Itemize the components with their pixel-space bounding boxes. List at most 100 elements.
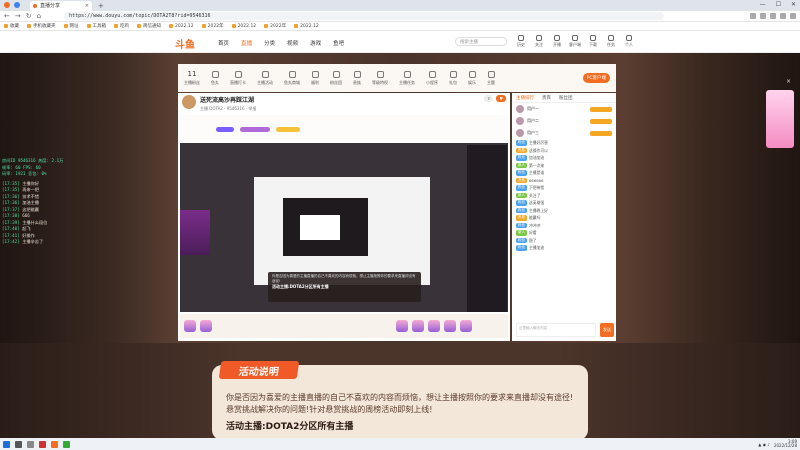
room-tool-item[interactable]: 福利 [311,70,319,86]
rank-row[interactable]: 用户二 [512,115,616,127]
address-bar[interactable]: https://www.douyu.com/topic/DOTA2T8?rid=… [64,12,665,20]
back-icon[interactable]: ← [4,12,10,20]
site-logo[interactable]: 斗鱼 [175,36,195,51]
bookmark-item[interactable]: 2022.12 [294,24,319,29]
gift-item[interactable] [412,320,424,332]
nav-item[interactable]: 首页 [218,39,229,47]
close-window-button[interactable]: ✕ [791,1,796,8]
taskview-icon[interactable] [27,440,34,448]
gift-item[interactable] [396,320,408,332]
room-subtitle: 主播 DOTA2 · 9546316 · 举报 [200,106,257,111]
promo-banner[interactable] [766,90,794,148]
stats-chat-text: 666 [22,213,30,218]
extension-icon[interactable] [770,13,776,19]
gift-item[interactable] [428,320,440,332]
tab-close-icon[interactable]: × [85,3,89,9]
room-tool-item[interactable]: 主播任务 [399,70,415,86]
new-tab-button[interactable]: + [98,2,104,10]
streamer-avatar[interactable] [182,95,196,109]
header-icon-item[interactable]: 下载 [587,35,599,48]
room-tool-item[interactable]: 贵族 [353,70,361,86]
app-icon[interactable] [4,2,10,8]
user-badge: 粉丝 [516,222,527,228]
start-icon[interactable] [3,440,10,448]
rank-row[interactable]: 用户三 [512,127,616,139]
profile-icon[interactable] [14,2,20,8]
header-glyph-icon [626,35,632,41]
clock[interactable]: 3:09 2022/12/28 [774,439,797,449]
chat-tab[interactable]: 粉丝团 [559,95,573,101]
room-tool-item[interactable]: 礼包 [449,70,457,86]
pc-client-button[interactable]: PC客户端 [582,73,610,83]
bookmark-label: 2022.12 [175,23,194,29]
share-button[interactable]: ⇪ [484,95,494,102]
nav-item[interactable]: 游戏 [310,39,321,47]
room-tool-item[interactable]: 娱乐 [468,70,476,86]
browser-tab[interactable]: 直播分享 × [30,0,92,11]
message-text: 主播是谁 [529,170,545,175]
message-text: 能赢吗 [529,215,541,220]
header-icon-item[interactable]: 关注 [533,35,545,48]
room-tool-item[interactable]: 小程序 [426,70,438,86]
browser-app-icon[interactable] [51,440,58,448]
send-button[interactable]: 发送 [600,323,614,337]
bookmark-item[interactable]: 2022年 [201,23,224,29]
nav-item[interactable]: 分类 [264,39,275,47]
stats-chat-text: 再来一把 [22,187,39,192]
maximize-button[interactable]: ☐ [776,1,781,8]
minimize-button[interactable]: — [760,1,766,8]
home-icon[interactable]: ⌂ [37,12,41,20]
app-icon[interactable] [63,440,70,448]
room-tool-item[interactable]: 鱼丸 [211,70,219,86]
gift-item[interactable] [200,320,212,332]
forward-icon[interactable]: → [15,12,21,20]
header-icon-item[interactable]: 任务 [605,35,617,48]
extension-icon[interactable] [780,13,786,19]
rank-badge [590,130,612,136]
room-tool-item[interactable]: 等级特权 [372,70,388,86]
gift-item[interactable] [460,320,472,332]
bookmark-item[interactable]: 收藏 [4,23,19,29]
header-icon-item[interactable]: 开播 [551,35,563,48]
follow-button[interactable]: ♥ [496,95,506,102]
search-icon[interactable] [15,440,22,448]
room-actions: ⇪ ♥ [484,95,506,111]
header-icon-item[interactable]: 历史 [515,35,527,48]
bookmark-item[interactable]: 工具箱 [86,23,106,29]
room-tool-item[interactable]: 鱼丸商城 [284,70,300,86]
reload-icon[interactable]: ↻ [26,12,32,20]
nav-item[interactable]: 直播 [241,39,252,47]
bookmark-item[interactable]: 2022.12 [169,24,194,29]
nav-item[interactable]: 视频 [287,39,298,47]
bookmark-item[interactable]: 网址 [63,23,79,29]
gift-item[interactable] [184,320,196,332]
user-badge: 粉丝 [516,185,527,191]
bookmark-item[interactable]: 简信通知 [137,23,161,29]
chat-input[interactable]: 这里输入聊天内容 [516,323,596,337]
app-icon[interactable] [39,440,46,448]
room-tool-item[interactable]: 主播活动 [257,70,273,86]
room-tool-item[interactable]: 粉丝团 [330,70,342,86]
room-tool-item[interactable]: 直播打卡 [230,70,246,86]
room-tool-item[interactable]: 主题 [487,70,495,86]
header-icon-item[interactable]: 个人 [623,35,635,48]
tray-icons[interactable]: ▲ ◉ ♪ [758,442,770,447]
bookmark-item[interactable]: 2022年 [264,23,286,29]
search-input[interactable]: 搜索主播 [455,37,507,46]
user-badge: 贵族 [516,177,527,183]
extension-icon[interactable] [750,13,756,19]
menu-icon[interactable] [790,13,796,19]
video-frame[interactable]: 你是否因为喜爱的主播直播的自己不喜欢的内容而烦恼，想让主播按照你的要求来直播却没… [180,115,508,312]
header-icon-item[interactable]: 客户端 [569,35,581,48]
chat-tab[interactable]: 贵宾 [542,95,551,101]
follow-count[interactable]: 11 主播粉丝 [184,70,200,86]
chat-tab[interactable]: 主播排行 [516,95,534,101]
rank-row[interactable]: 用户一 [512,103,616,115]
extension-icon[interactable] [760,13,766,19]
bookmark-item[interactable]: 2022.12 [231,24,256,29]
nav-item[interactable]: 鱼吧 [333,39,344,47]
promo-close-icon[interactable]: × [786,78,791,85]
gift-item[interactable] [444,320,456,332]
bookmark-item[interactable]: 吃鸡 [114,23,129,29]
bookmark-item[interactable]: 手机收藏夹 [27,23,56,29]
